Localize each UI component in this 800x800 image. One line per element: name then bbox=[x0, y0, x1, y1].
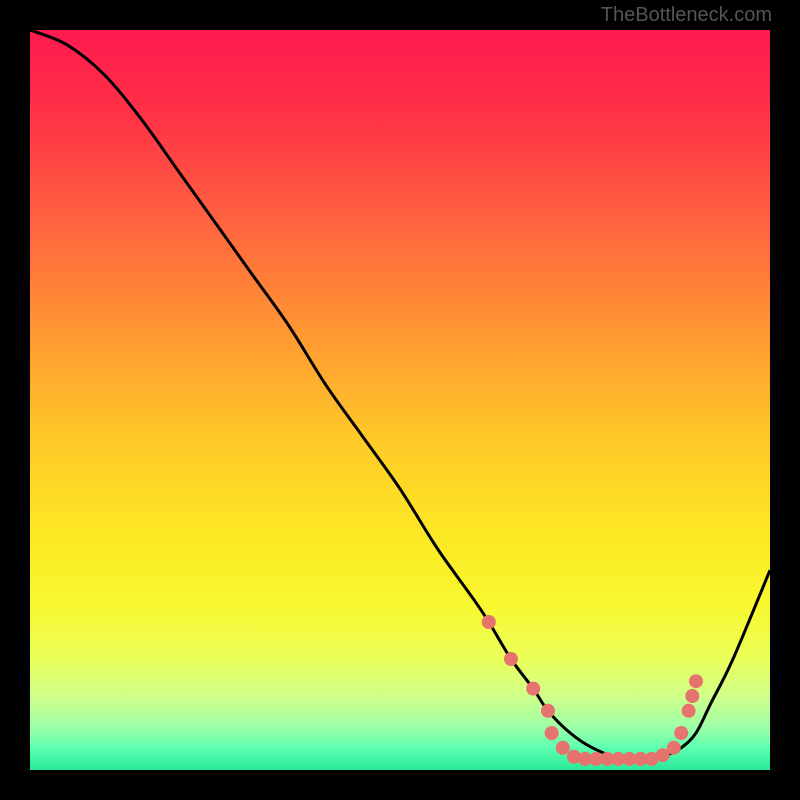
marker-dot bbox=[556, 741, 570, 755]
highlight-dots bbox=[482, 615, 703, 766]
marker-dot bbox=[685, 689, 699, 703]
marker-dot bbox=[482, 615, 496, 629]
marker-dot bbox=[674, 726, 688, 740]
marker-dot bbox=[667, 741, 681, 755]
marker-dot bbox=[504, 652, 518, 666]
watermark-text: TheBottleneck.com bbox=[601, 4, 772, 27]
marker-dot bbox=[689, 674, 703, 688]
plot-area bbox=[30, 30, 770, 770]
chart-svg bbox=[30, 30, 770, 770]
bottleneck-curve bbox=[30, 30, 770, 760]
marker-dot bbox=[682, 704, 696, 718]
marker-dot bbox=[545, 726, 559, 740]
marker-dot bbox=[526, 682, 540, 696]
marker-dot bbox=[541, 704, 555, 718]
